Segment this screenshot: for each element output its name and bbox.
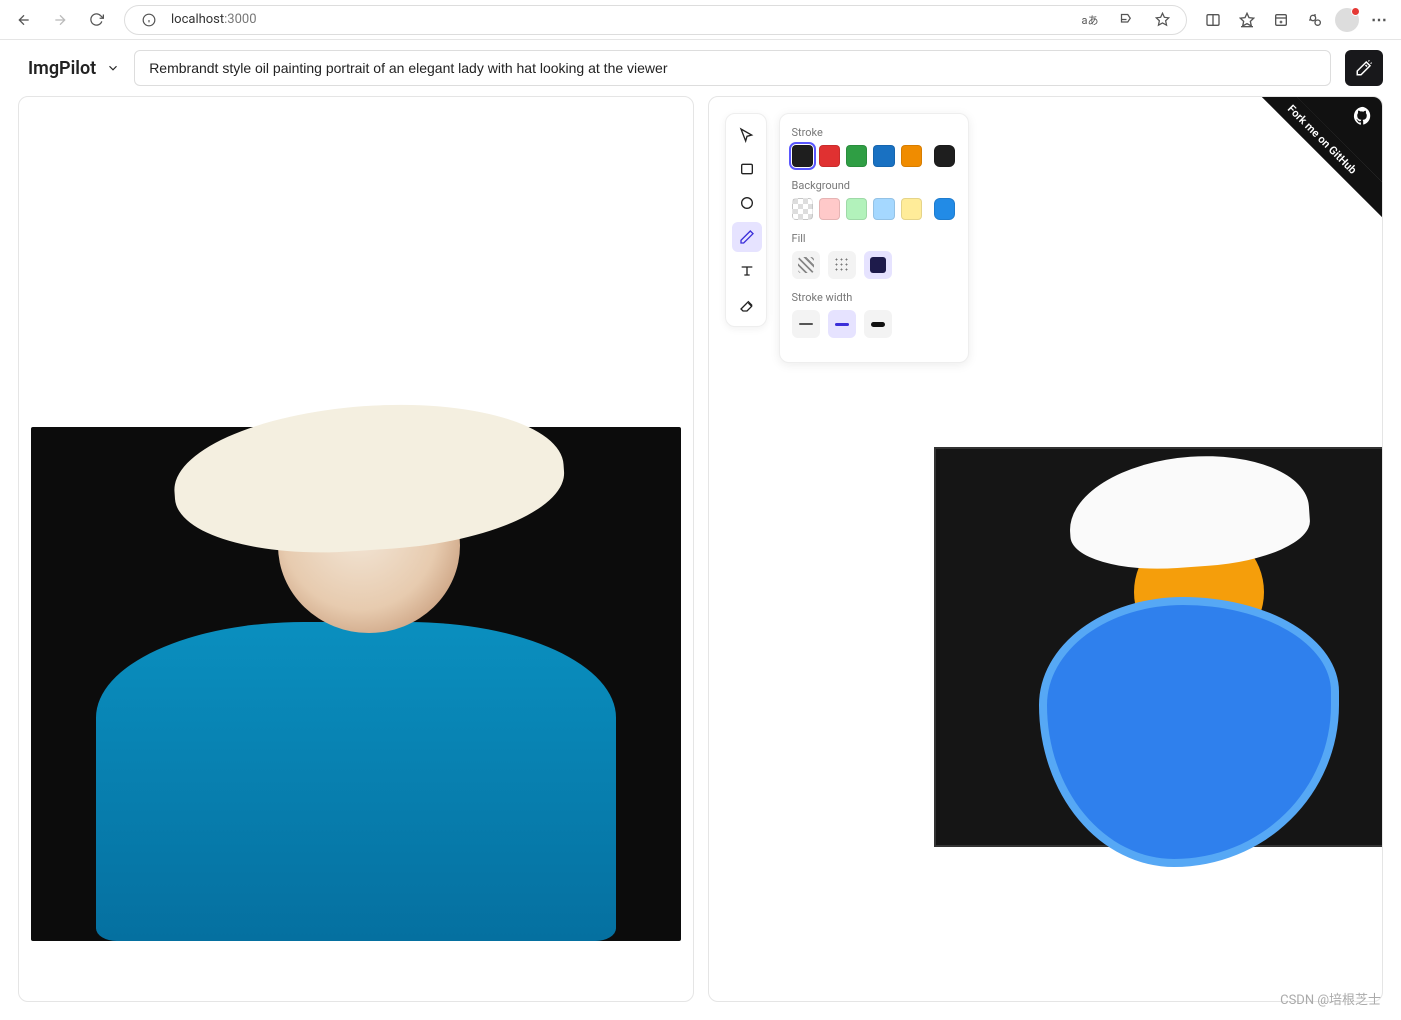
fork-on-github-ribbon[interactable]: Fork me on GitHub: [1232, 97, 1382, 247]
drawing-toolbar: [725, 113, 767, 327]
fill-label: Fill: [792, 232, 956, 245]
stroke-color-2[interactable]: [846, 145, 867, 167]
bg-color-0[interactable]: [792, 198, 813, 220]
eraser-tool[interactable]: [732, 290, 762, 320]
stroke-width-options: [792, 310, 956, 338]
favorites-bar-icon[interactable]: [1233, 6, 1261, 34]
bg-color-3[interactable]: [873, 198, 894, 220]
fill-solid[interactable]: [864, 251, 892, 279]
bg-color-2[interactable]: [846, 198, 867, 220]
stroke-color-4[interactable]: [901, 145, 922, 167]
translate-icon[interactable]: aあ: [1076, 6, 1104, 34]
brand-label: ImgPilot: [28, 58, 96, 79]
stroke-color-0[interactable]: [792, 145, 813, 167]
reload-button[interactable]: [80, 4, 112, 36]
address-bar[interactable]: localhost:3000 aあ: [124, 5, 1187, 35]
favorite-icon[interactable]: [1148, 6, 1176, 34]
painting-dress: [96, 622, 616, 941]
ellipse-tool[interactable]: [732, 188, 762, 218]
fill-hachure[interactable]: [792, 251, 820, 279]
read-aloud-icon[interactable]: [1112, 6, 1140, 34]
prompt-input[interactable]: [134, 50, 1331, 86]
fill-cross-hatch[interactable]: [828, 251, 856, 279]
more-menu-icon[interactable]: ⋯: [1365, 6, 1393, 34]
url-host: localhost: [171, 12, 224, 27]
stroke-width-label: Stroke width: [792, 291, 956, 304]
browser-actions: ⋯: [1199, 6, 1393, 34]
generated-image: [31, 427, 681, 941]
painting-hat: [169, 393, 568, 564]
background-label: Background: [792, 179, 956, 192]
selection-tool[interactable]: [732, 120, 762, 150]
workspace: Stroke Background Fill: [0, 96, 1401, 1020]
bg-color-4[interactable]: [901, 198, 922, 220]
text-tool[interactable]: [732, 256, 762, 286]
magic-wand-icon: [1355, 59, 1373, 77]
back-button[interactable]: [8, 4, 40, 36]
rectangle-tool[interactable]: [732, 154, 762, 184]
brand[interactable]: ImgPilot: [28, 58, 120, 79]
bg-color-1[interactable]: [819, 198, 840, 220]
fill-options: [792, 251, 956, 279]
profile-avatar[interactable]: [1335, 8, 1359, 32]
extensions-icon[interactable]: [1301, 6, 1329, 34]
browser-toolbar: localhost:3000 aあ ⋯: [0, 0, 1401, 40]
forward-button[interactable]: [44, 4, 76, 36]
stroke-color-current[interactable]: [934, 145, 955, 167]
split-screen-icon[interactable]: [1199, 6, 1227, 34]
stroke-width-medium[interactable]: [828, 310, 856, 338]
app-header: ImgPilot: [0, 40, 1401, 96]
stroke-swatches: [792, 145, 956, 167]
draw-tool[interactable]: [732, 222, 762, 252]
stroke-label: Stroke: [792, 126, 956, 139]
site-info-icon[interactable]: [135, 6, 163, 34]
github-icon: [1352, 105, 1374, 131]
stroke-color-3[interactable]: [873, 145, 894, 167]
properties-panel: Stroke Background Fill: [779, 113, 969, 363]
output-pane: [18, 96, 694, 1002]
watermark: CSDN @培根芝士: [1280, 989, 1381, 1008]
chevron-down-icon: [106, 61, 120, 75]
url-port: :3000: [224, 12, 256, 27]
stroke-color-1[interactable]: [819, 145, 840, 167]
background-swatches: [792, 198, 956, 220]
canvas-pane[interactable]: Stroke Background Fill: [708, 96, 1384, 1002]
collections-icon[interactable]: [1267, 6, 1295, 34]
generate-button[interactable]: [1345, 50, 1383, 86]
stroke-width-thick[interactable]: [864, 310, 892, 338]
bg-color-current[interactable]: [934, 198, 955, 220]
stroke-width-thin[interactable]: [792, 310, 820, 338]
